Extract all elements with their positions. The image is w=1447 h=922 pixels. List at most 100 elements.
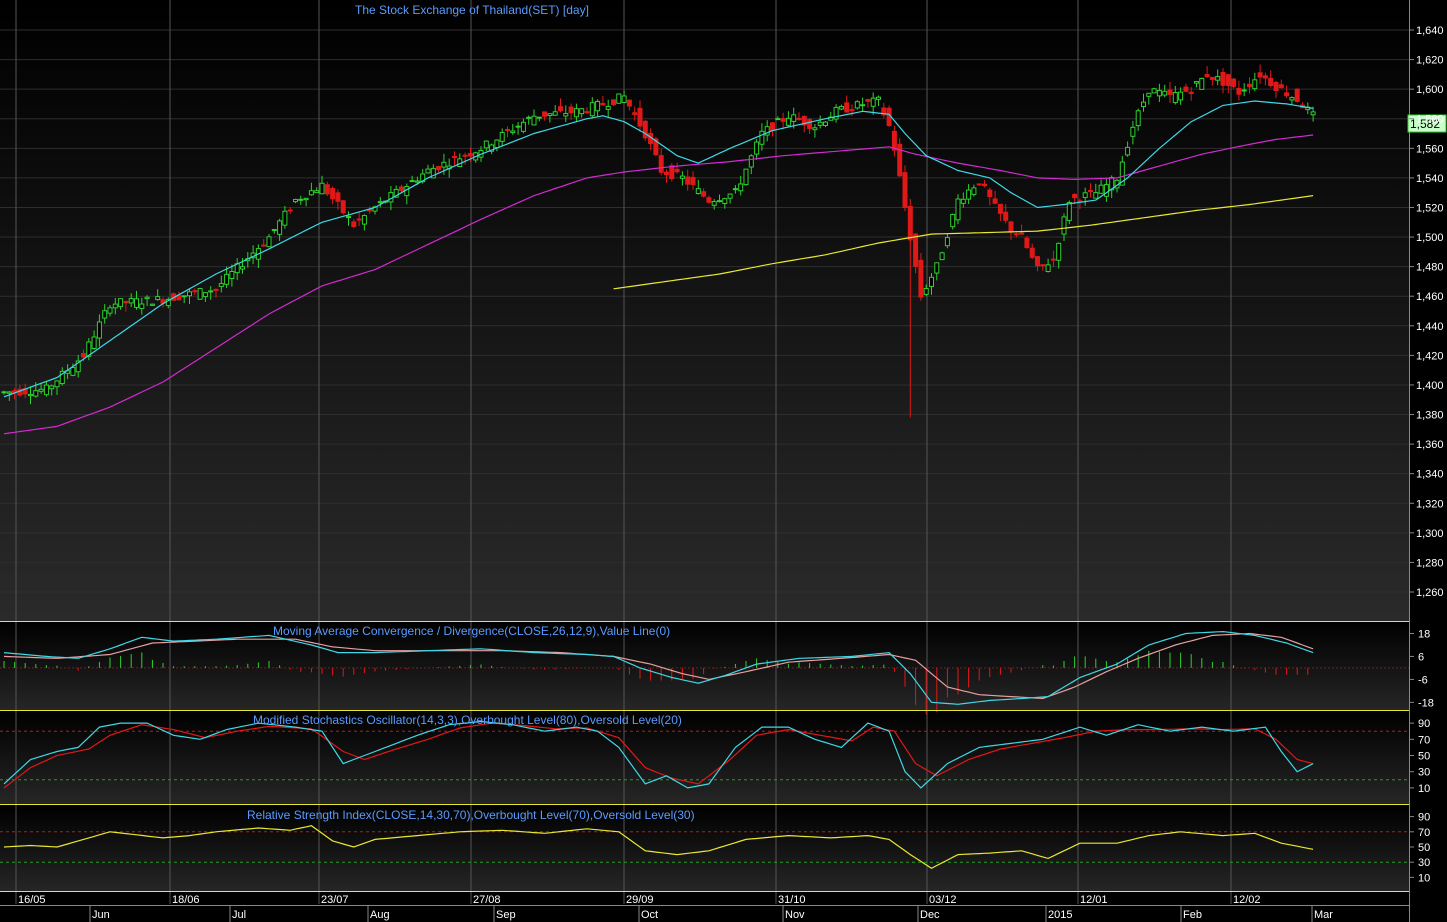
candle-down [584, 111, 590, 114]
x-axis-month-label: Dec [920, 909, 940, 921]
candle-up [589, 102, 595, 117]
candle-up [785, 117, 791, 126]
price-tick-label: 1,320 [1416, 498, 1444, 510]
candle-up [854, 101, 860, 109]
candle-up [1135, 110, 1141, 127]
price-tick-label: 1,260 [1416, 587, 1444, 599]
candle-down [399, 186, 404, 191]
candle-down [542, 111, 548, 117]
price-tick-label: 1,540 [1416, 173, 1444, 185]
candle-down [1088, 189, 1093, 192]
candle-up [711, 201, 717, 206]
candle-down [351, 221, 357, 228]
x-axis-month-label: Feb [1183, 909, 1202, 921]
x-axis-date-label: 16/05 [18, 894, 46, 906]
candle-down [1167, 89, 1173, 95]
candle-down [1072, 193, 1078, 199]
candle-up [187, 291, 192, 297]
candle-down [330, 188, 336, 200]
candle-up [1141, 101, 1146, 108]
candle-up [28, 393, 33, 397]
candle-up [754, 141, 760, 155]
candle-down [1257, 72, 1263, 78]
candle-up [579, 108, 585, 115]
candle-down [1050, 258, 1056, 261]
price-tick-label: 1,440 [1416, 321, 1444, 333]
price-tick-label: 1,360 [1416, 439, 1444, 451]
candle-down [796, 117, 802, 121]
candle-up [1156, 89, 1162, 97]
candle-up [775, 118, 781, 121]
candle-down [1040, 264, 1046, 267]
x-axis-date-label: 12/02 [1233, 894, 1261, 906]
candle-up [950, 213, 956, 228]
price-tick-label: 1,560 [1416, 143, 1444, 155]
candle-up [923, 288, 929, 295]
candle-down [1035, 256, 1040, 267]
candle-down [1220, 71, 1226, 86]
candle-down [1209, 76, 1215, 80]
candle-up [971, 187, 977, 195]
candle-up [414, 180, 420, 183]
candle-up [1310, 111, 1316, 116]
candle-down [340, 200, 346, 214]
candle-up [49, 385, 55, 390]
candle-down [1278, 84, 1284, 89]
macd-tick-label: -18 [1418, 697, 1434, 709]
candle-down [685, 176, 691, 185]
rsi-tick-label: 10 [1418, 872, 1430, 884]
candle-down [987, 189, 993, 198]
candle-up [1130, 126, 1136, 137]
candle-up [531, 115, 537, 126]
candle-up [240, 266, 245, 270]
candle-up [314, 190, 320, 194]
candle-up [510, 130, 516, 134]
candle-down [192, 290, 198, 293]
x-axis-date-label: 23/07 [321, 894, 349, 906]
candle-up [621, 95, 627, 103]
candle-up [695, 188, 701, 195]
x-axis-month-label: Mar [1314, 909, 1333, 921]
price-tick-label: 1,300 [1416, 528, 1444, 540]
candle-down [123, 300, 129, 304]
candle-down [1225, 74, 1231, 87]
candle-up [944, 237, 950, 247]
candle-down [1029, 247, 1035, 258]
candle-down [1236, 87, 1242, 95]
candle-down [1231, 78, 1237, 87]
candle-up [197, 288, 203, 300]
price-panel-bg [0, 0, 1409, 621]
candle-up [563, 112, 569, 117]
rsi-tick-label: 50 [1418, 842, 1430, 854]
candle-down [865, 99, 871, 102]
candle-up [1103, 184, 1109, 197]
candle-up [128, 298, 134, 304]
candle-up [118, 298, 124, 308]
candle-down [1284, 92, 1290, 97]
candle-up [616, 93, 622, 104]
candle-up [1215, 76, 1221, 81]
candle-up [515, 125, 521, 128]
candle-down [467, 153, 473, 157]
candle-down [626, 99, 632, 107]
candle-down [637, 107, 643, 127]
candle-up [1172, 92, 1178, 104]
candle-up [70, 367, 76, 376]
candle-up [409, 180, 415, 183]
candle-up [1178, 91, 1184, 101]
price-tick-label: 1,520 [1416, 202, 1444, 214]
candle-down [902, 172, 908, 208]
candle-up [722, 198, 728, 204]
candle-down [658, 155, 664, 173]
candle-down [992, 198, 998, 204]
candle-up [1066, 201, 1072, 221]
candle-down [261, 244, 267, 247]
candle-up [134, 298, 139, 308]
candle-up [1056, 242, 1062, 261]
rsi-panel-bg [0, 805, 1409, 892]
candle-up [759, 130, 765, 145]
candle-up [573, 108, 579, 118]
candle-down [1024, 237, 1030, 249]
candle-up [1162, 90, 1168, 96]
x-axis-date-label: 12/01 [1080, 894, 1108, 906]
